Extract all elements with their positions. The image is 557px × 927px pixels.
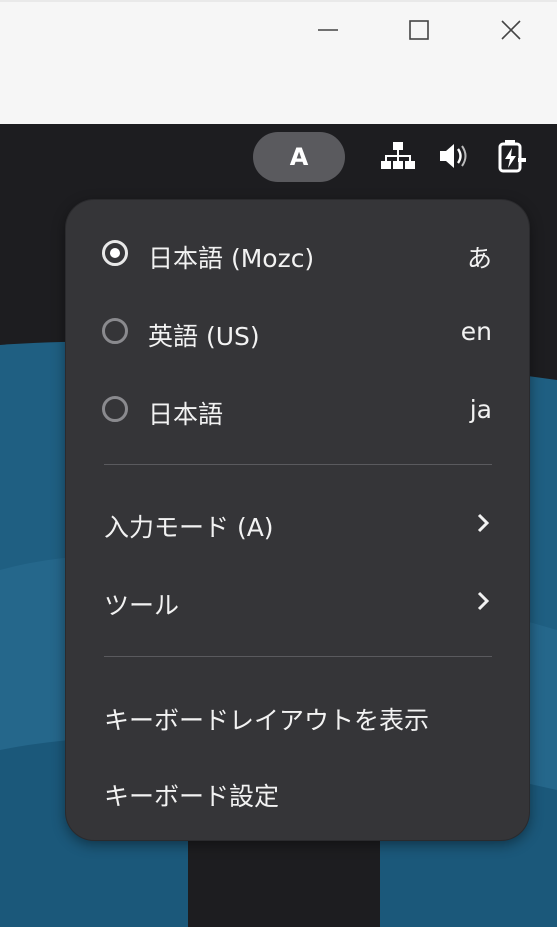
window-titlebar xyxy=(0,0,557,124)
maximize-button[interactable] xyxy=(403,14,435,46)
menu-item-label: 日本語 xyxy=(148,400,224,429)
radio-selected-icon xyxy=(102,240,128,266)
input-method-indicator[interactable]: A xyxy=(253,132,345,182)
menu-item-shortcut: ja xyxy=(469,395,492,424)
menu-item-show-keyboard-layout[interactable]: キーボードレイアウトを表示 xyxy=(66,687,529,747)
menu-item-japanese[interactable]: 日本語 ja xyxy=(66,381,529,441)
minimize-icon xyxy=(318,29,338,31)
chevron-right-icon xyxy=(477,591,490,611)
menu-item-label: キーボード設定 xyxy=(104,782,280,811)
menu-item-label: 英語 (US) xyxy=(148,322,260,351)
minimize-button[interactable] xyxy=(312,14,344,46)
menu-item-shortcut: en xyxy=(460,317,492,346)
close-icon xyxy=(501,20,521,40)
menu-item-english-us[interactable]: 英語 (US) en xyxy=(66,303,529,363)
close-button[interactable] xyxy=(495,14,527,46)
chevron-right-icon xyxy=(477,513,490,533)
menu-item-shortcut: あ xyxy=(466,244,492,273)
radio-unselected-icon xyxy=(102,318,128,344)
menu-item-tools[interactable]: ツール xyxy=(66,572,529,632)
menu-item-keyboard-settings[interactable]: キーボード設定 xyxy=(66,763,529,823)
menu-item-label: 入力モード (A) xyxy=(104,513,274,542)
radio-unselected-icon xyxy=(102,396,128,422)
top-panel: A xyxy=(0,124,557,190)
menu-item-label: 日本語 (Mozc) xyxy=(148,244,315,273)
menu-item-input-mode[interactable]: 入力モード (A) xyxy=(66,494,529,554)
menu-item-japanese-mozc[interactable]: 日本語 (Mozc) あ xyxy=(66,225,529,285)
battery-charging-icon[interactable] xyxy=(494,138,530,174)
menu-item-label: キーボードレイアウトを表示 xyxy=(104,706,430,735)
volume-icon[interactable] xyxy=(437,138,473,174)
menu-separator xyxy=(104,464,492,465)
menu-separator xyxy=(104,656,492,657)
menu-item-label: ツール xyxy=(104,591,180,620)
network-icon[interactable] xyxy=(380,138,416,174)
window-edge xyxy=(0,0,557,2)
maximize-icon xyxy=(409,20,429,40)
input-method-menu: 日本語 (Mozc) あ 英語 (US) en 日本語 ja 入力モード (A)… xyxy=(66,200,529,840)
